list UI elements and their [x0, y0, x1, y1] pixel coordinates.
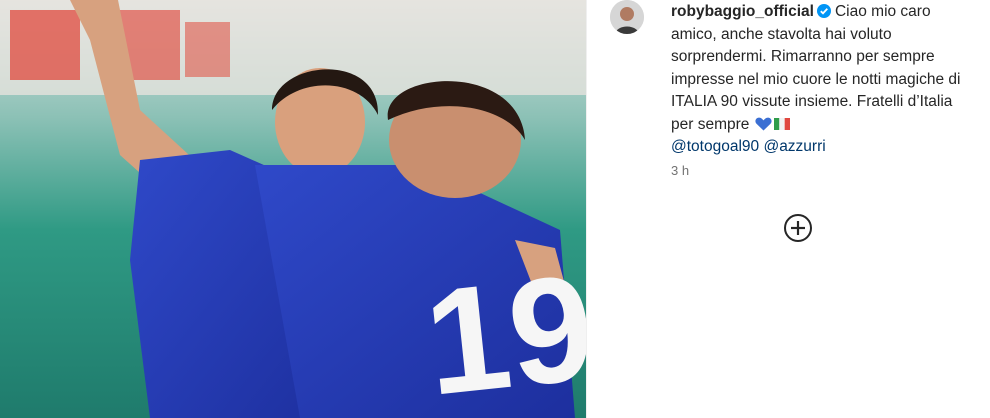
add-comment-button[interactable] [783, 213, 813, 243]
avatar-image [610, 0, 644, 34]
username-link[interactable]: robybaggio_official [671, 3, 814, 20]
instagram-post: 19 robybaggio_official Ciao mio caro amic… [0, 0, 990, 418]
post-timestamp[interactable]: 3 h [671, 163, 689, 178]
italy-flag-icon [774, 115, 791, 130]
photo-illustration: 19 [0, 0, 586, 418]
jersey-number: 19 [418, 242, 586, 418]
verified-badge-icon [816, 3, 831, 18]
post-side-panel: robybaggio_official Ciao mio caro amico, … [586, 0, 990, 418]
post-caption: robybaggio_official Ciao mio caro amico, … [671, 1, 971, 159]
mention-azzurri[interactable]: @azzurri [763, 138, 825, 155]
add-circle-icon [784, 214, 812, 242]
blue-heart-icon [755, 116, 772, 130]
avatar[interactable] [610, 0, 644, 34]
post-photo[interactable]: 19 [0, 0, 586, 418]
caption-text: Ciao mio caro amico, anche stavolta hai … [671, 3, 961, 133]
mention-totogoal90[interactable]: @totogoal90 [671, 138, 759, 155]
